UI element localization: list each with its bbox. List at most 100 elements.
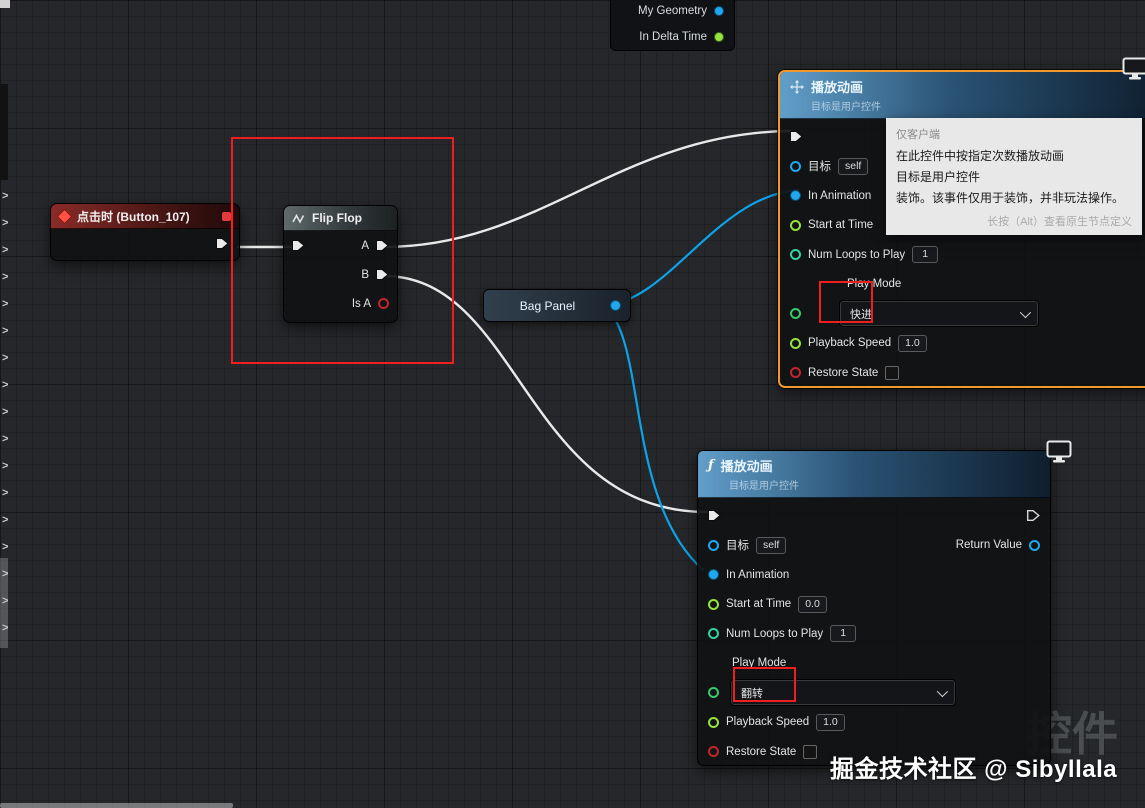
play-mode-select[interactable]: 快进 (839, 300, 1039, 328)
target-self-pill[interactable]: self (756, 536, 787, 554)
chevron-right-icon[interactable]: > (2, 406, 8, 418)
start-at-time-pin[interactable] (790, 219, 801, 231)
play-mode-pin[interactable] (790, 308, 801, 320)
chevron-down-icon (936, 685, 949, 697)
target-pin[interactable] (790, 160, 801, 172)
wire-bagpanel-to-playtop[interactable] (602, 188, 800, 307)
restore-state-checkbox[interactable] (885, 365, 900, 380)
bag-panel-node[interactable]: Bag Panel (483, 289, 631, 322)
chevron-right-icon[interactable]: > (2, 487, 8, 499)
exec-out-pin[interactable] (1027, 509, 1040, 522)
bottom-scrollbar[interactable] (0, 803, 233, 808)
chevron-right-icon[interactable]: > (2, 568, 8, 580)
exec-out-a-pin[interactable] (376, 239, 389, 252)
pin-label-a: A (361, 239, 369, 252)
chevron-right-icon[interactable]: > (2, 379, 8, 391)
event-node-button-clicked[interactable]: 点击时 (Button_107) (50, 203, 240, 261)
playback-speed-pin[interactable] (708, 716, 719, 728)
play-mode-select[interactable]: 翻转 (730, 679, 956, 707)
corner-artifact (0, 0, 10, 8)
chevron-right-icon[interactable]: > (2, 325, 8, 337)
restore-state-pin[interactable] (708, 746, 719, 758)
pin-label: In Delta Time (639, 31, 707, 43)
partial-event-node[interactable]: My Geometry In Delta Time (610, 0, 735, 51)
play-bottom-title-bar: ƒ 播放动画 目标是用户控件 (698, 451, 1050, 498)
pin-row-in-delta-time: In Delta Time (611, 24, 734, 50)
chevron-right-icon[interactable]: > (2, 460, 8, 472)
num-loops-pin[interactable] (790, 249, 801, 261)
tooltip-line: 目标是用户控件 (896, 170, 981, 185)
in-animation-pin[interactable] (708, 569, 719, 581)
exec-in-pin[interactable] (292, 239, 305, 252)
left-panel-strip (0, 84, 8, 180)
playback-speed-pin[interactable] (790, 337, 801, 349)
num-loops-pin[interactable] (708, 628, 719, 640)
play-bottom-subtitle: 目标是用户控件 (729, 481, 799, 492)
chevron-right-icon[interactable]: > (2, 217, 8, 229)
play-animation-node-bottom[interactable]: ƒ 播放动画 目标是用户控件 目标 self Return Value In A… (697, 450, 1051, 766)
tooltip-line: 在此控件中按指定次数播放动画 (896, 149, 1065, 163)
move-arrows-icon (790, 79, 804, 94)
chevron-right-icon[interactable]: > (2, 244, 8, 256)
start-at-time-input[interactable]: 0.0 (798, 595, 827, 613)
chevron-right-icon[interactable]: > (2, 595, 8, 607)
play-mode-value: 翻转 (741, 687, 763, 700)
target-self-pill[interactable]: self (838, 157, 869, 175)
play-top-title-bar: 播放动画 目标是用户控件 (780, 72, 1145, 119)
breakpoint-marker-icon[interactable] (222, 211, 231, 221)
in-animation-label: In Animation (808, 189, 872, 202)
exec-in-pin[interactable] (790, 130, 803, 143)
wire-bagpanel-to-playbottom[interactable] (602, 303, 705, 572)
chevron-right-icon[interactable]: > (2, 541, 8, 553)
tooltip-context: 仅客户端 (896, 129, 940, 141)
chevron-right-icon[interactable]: > (2, 352, 8, 364)
chevron-right-icon[interactable]: > (2, 298, 8, 310)
blueprint-graph-canvas[interactable]: > > > > > > > > > > > > > > > > > My Geometry In Delta T… (0, 0, 1145, 808)
num-loops-label: Num Loops to Play (808, 248, 906, 261)
chevron-down-icon (1019, 306, 1032, 318)
in-delta-time-pin[interactable] (714, 32, 724, 42)
wire-exec-a-to-playtop[interactable] (382, 129, 792, 249)
my-geometry-pin[interactable] (714, 6, 724, 16)
return-value-pin[interactable] (1029, 539, 1040, 551)
event-icon (56, 208, 73, 224)
play-mode-label: Play Mode (732, 657, 787, 670)
event-node-title-bar: 点击时 (Button_107) (51, 204, 239, 229)
flipflop-title: Flip Flop (312, 211, 362, 225)
exec-in-pin[interactable] (708, 509, 721, 522)
flipflop-title-bar: Flip Flop (284, 206, 397, 231)
bag-panel-label: Bag Panel (519, 298, 576, 313)
pin-label-b: B (361, 268, 369, 281)
play-mode-pin[interactable] (708, 687, 719, 699)
in-animation-pin[interactable] (790, 190, 801, 202)
flipflop-node[interactable]: Flip Flop A B Is A (283, 205, 398, 323)
target-pin[interactable] (708, 539, 719, 551)
node-tooltip: 仅客户端 在此控件中按指定次数播放动画 目标是用户控件 装饰。该事件仅用于装饰，… (886, 118, 1142, 235)
start-at-time-pin[interactable] (708, 598, 719, 610)
pin-label-is-a: Is A (351, 297, 371, 310)
chevron-right-icon[interactable]: > (2, 514, 8, 526)
chevron-right-icon[interactable]: > (2, 190, 8, 202)
bag-panel-output-pin[interactable] (610, 300, 621, 311)
chevron-right-icon[interactable]: > (2, 271, 8, 283)
restore-state-checkbox[interactable] (803, 744, 818, 759)
chevron-right-icon[interactable]: > (2, 433, 8, 445)
client-only-monitor-icon (1122, 57, 1145, 80)
target-label: 目标 (808, 161, 831, 174)
restore-state-pin[interactable] (790, 367, 801, 379)
exec-out-pin[interactable] (216, 237, 229, 250)
playback-speed-input[interactable]: 1.0 (898, 334, 927, 352)
play-mode-label: Play Mode (847, 278, 902, 291)
exec-out-b-pin[interactable] (376, 268, 389, 281)
num-loops-input[interactable]: 1 (912, 246, 939, 264)
num-loops-input[interactable]: 1 (830, 625, 857, 643)
chevron-right-icon[interactable]: > (2, 622, 8, 634)
in-animation-label: In Animation (726, 568, 790, 581)
tooltip-hint: 长按（Alt）查看原生节点定义 (987, 215, 1132, 228)
play-top-subtitle: 目标是用户控件 (811, 102, 881, 113)
playback-speed-input[interactable]: 1.0 (816, 713, 845, 731)
restore-state-label: Restore State (726, 745, 797, 758)
return-value-label: Return Value (955, 539, 1022, 552)
is-a-pin[interactable] (378, 298, 389, 309)
play-top-title: 播放动画 (811, 80, 864, 95)
